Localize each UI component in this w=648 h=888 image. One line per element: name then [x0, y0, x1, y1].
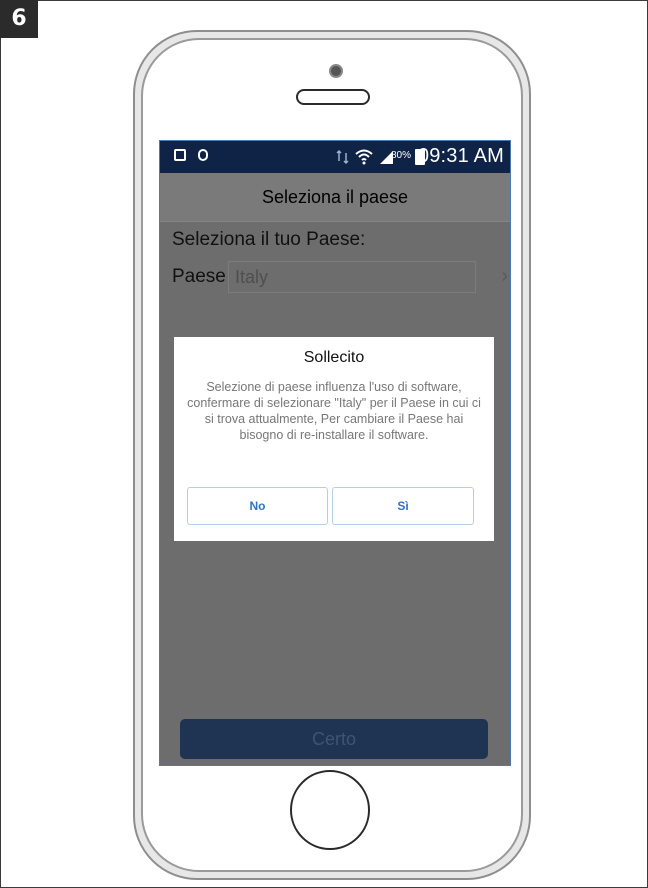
phone-screen: 80% 09:31 AM Seleziona il paese Selezion… [159, 140, 511, 766]
page-title: Seleziona il paese [160, 173, 510, 222]
yes-button[interactable]: Sì [332, 487, 474, 525]
home-button[interactable] [290, 770, 370, 850]
country-field[interactable]: Italy [228, 261, 476, 293]
alert-dialog: Sollecito Selezione di paese influenza l… [174, 337, 494, 541]
dialog-message: Selezione di paese influenza l'uso di so… [187, 380, 481, 442]
status-bar: 80% 09:31 AM [160, 141, 510, 173]
shield-icon [198, 149, 208, 161]
country-label: Paese [172, 266, 226, 287]
confirm-button[interactable]: Certo [180, 719, 488, 759]
data-transfer-icon [336, 149, 349, 165]
earpiece-speaker-icon [296, 89, 370, 105]
section-label: Seleziona il tuo Paese: [172, 229, 366, 250]
gallery-icon [174, 149, 186, 161]
dialog-title: Sollecito [303, 349, 365, 366]
chevron-right-icon[interactable]: › [501, 265, 508, 288]
country-row[interactable]: Paese Italy › [172, 261, 508, 293]
no-button[interactable]: No [187, 487, 328, 525]
status-icons [336, 148, 394, 166]
front-camera-icon [329, 64, 343, 78]
step-number-badge: 6 [0, 0, 38, 38]
wifi-icon [355, 149, 373, 165]
status-time: 09:31 AM [417, 145, 504, 167]
battery-percent: 80% [390, 150, 411, 161]
